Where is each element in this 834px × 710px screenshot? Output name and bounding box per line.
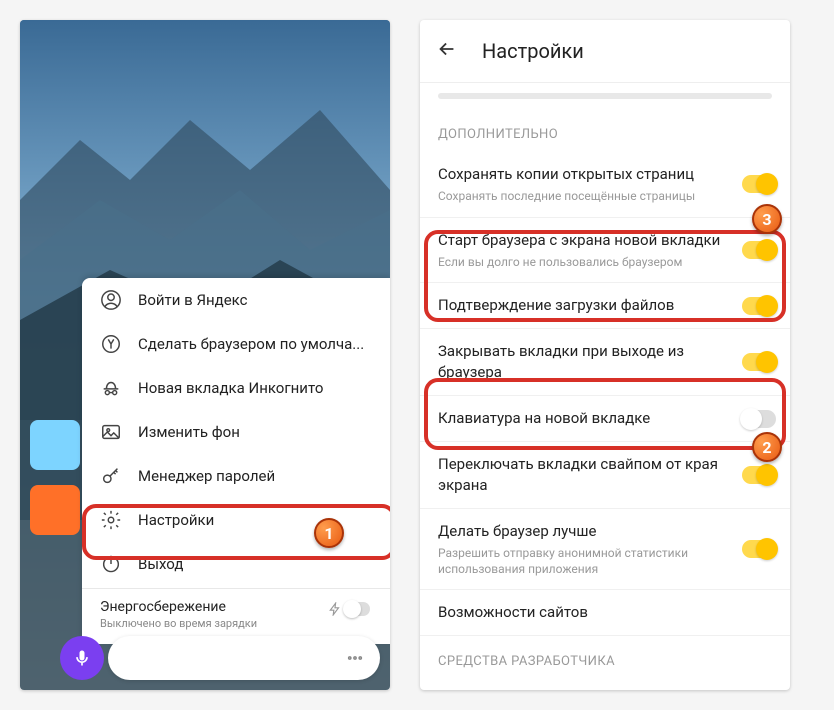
annotation-badge-1: 1 (314, 518, 344, 548)
setting-title: Подтверждение загрузки файлов (438, 295, 772, 316)
menu-label: Изменить фон (138, 423, 240, 441)
power-icon (100, 553, 122, 575)
scroll-indicator (438, 93, 772, 99)
setting-keyboard-newtab[interactable]: Клавиатура на новой вкладке (420, 396, 790, 442)
image-icon (100, 421, 122, 443)
arrow-left-icon (436, 38, 458, 60)
incognito-icon (100, 377, 122, 399)
menu-default-browser[interactable]: Сделать браузером по умолча... (82, 322, 390, 366)
menu-label: Сделать браузером по умолча... (138, 335, 364, 353)
gear-icon (100, 509, 122, 531)
browser-menu: Войти в Яндекс Сделать браузером по умол… (82, 278, 390, 644)
setting-title: Закрывать вкладки при выходе из браузера (438, 341, 772, 383)
setting-swipe-tabs[interactable]: Переключать вкладки свайпом от края экра… (420, 442, 790, 509)
setting-title: Сохранять копии открытых страниц (438, 164, 772, 185)
page-title: Настройки (482, 39, 584, 63)
setting-site-features[interactable]: Возможности сайтов (420, 590, 790, 636)
toggle-switch[interactable] (742, 540, 776, 558)
setting-save-copies[interactable]: Сохранять копии открытых страниц Сохраня… (420, 152, 790, 218)
menu-label: Настройки (138, 511, 214, 529)
setting-close-on-exit[interactable]: Закрывать вкладки при выходе из браузера (420, 329, 790, 396)
key-icon (100, 465, 122, 487)
setting-download-confirm[interactable]: Подтверждение загрузки файлов (420, 283, 790, 329)
setting-title: Возможности сайтов (438, 602, 772, 623)
section-additional: ДОПОЛНИТЕЛЬНО (420, 109, 790, 152)
menu-label: Выход (138, 555, 183, 573)
menu-exit[interactable]: Выход (82, 542, 390, 586)
setting-improve-browser[interactable]: Делать браузер лучше Разрешить отправку … (420, 509, 790, 590)
setting-subtitle: Если вы долго не пользовались браузером (438, 255, 772, 271)
section-developer: СРЕДСТВА РАЗРАБОТЧИКА (420, 636, 790, 679)
settings-screen: Настройки ДОПОЛНИТЕЛЬНО Сохранять копии … (420, 20, 790, 690)
microphone-icon (72, 648, 92, 668)
address-bar[interactable] (108, 636, 380, 680)
browser-menu-screen: Войти в Яндекс Сделать браузером по умол… (20, 20, 390, 690)
annotation-badge-3: 3 (752, 204, 782, 234)
bolt-icon (328, 602, 342, 616)
toggle-switch[interactable] (742, 297, 776, 315)
toggle-switch[interactable] (742, 410, 776, 428)
energy-toggle[interactable] (328, 599, 372, 619)
menu-change-background[interactable]: Изменить фон (82, 410, 390, 454)
menu-label: Новая вкладка Инкогнито (138, 379, 323, 397)
back-button[interactable] (436, 38, 458, 64)
toggle-switch[interactable] (742, 466, 776, 484)
setting-start-newtab[interactable]: Старт браузера с экрана новой вкладки Ес… (420, 218, 790, 284)
menu-label: Войти в Яндекс (138, 291, 248, 309)
settings-header: Настройки (420, 20, 790, 83)
menu-label: Менеджер паролей (138, 467, 275, 485)
toggle-switch[interactable] (742, 353, 776, 371)
voice-search-button[interactable] (60, 636, 104, 680)
setting-title: Старт браузера с экрана новой вкладки (438, 230, 772, 251)
setting-subtitle: Разрешить отправку анонимной статистики … (438, 546, 772, 577)
divider (82, 588, 390, 589)
setting-title: Клавиатура на новой вкладке (438, 408, 772, 429)
toggle-switch[interactable] (742, 241, 776, 259)
menu-password-manager[interactable]: Менеджер паролей (82, 454, 390, 498)
menu-incognito[interactable]: Новая вкладка Инкогнито (82, 366, 390, 410)
setting-title: Переключать вкладки свайпом от края экра… (438, 454, 772, 496)
user-icon (100, 289, 122, 311)
menu-login[interactable]: Войти в Яндекс (82, 278, 390, 322)
menu-dots-icon (346, 649, 364, 667)
setting-subtitle: Сохранять последние посещённые страницы (438, 189, 772, 205)
bg-quick-tile (30, 420, 80, 470)
yandex-icon (100, 333, 122, 355)
bg-quick-tile (30, 485, 80, 535)
setting-title: Делать браузер лучше (438, 521, 772, 542)
toggle-switch[interactable] (742, 175, 776, 193)
annotation-badge-2: 2 (752, 432, 782, 462)
